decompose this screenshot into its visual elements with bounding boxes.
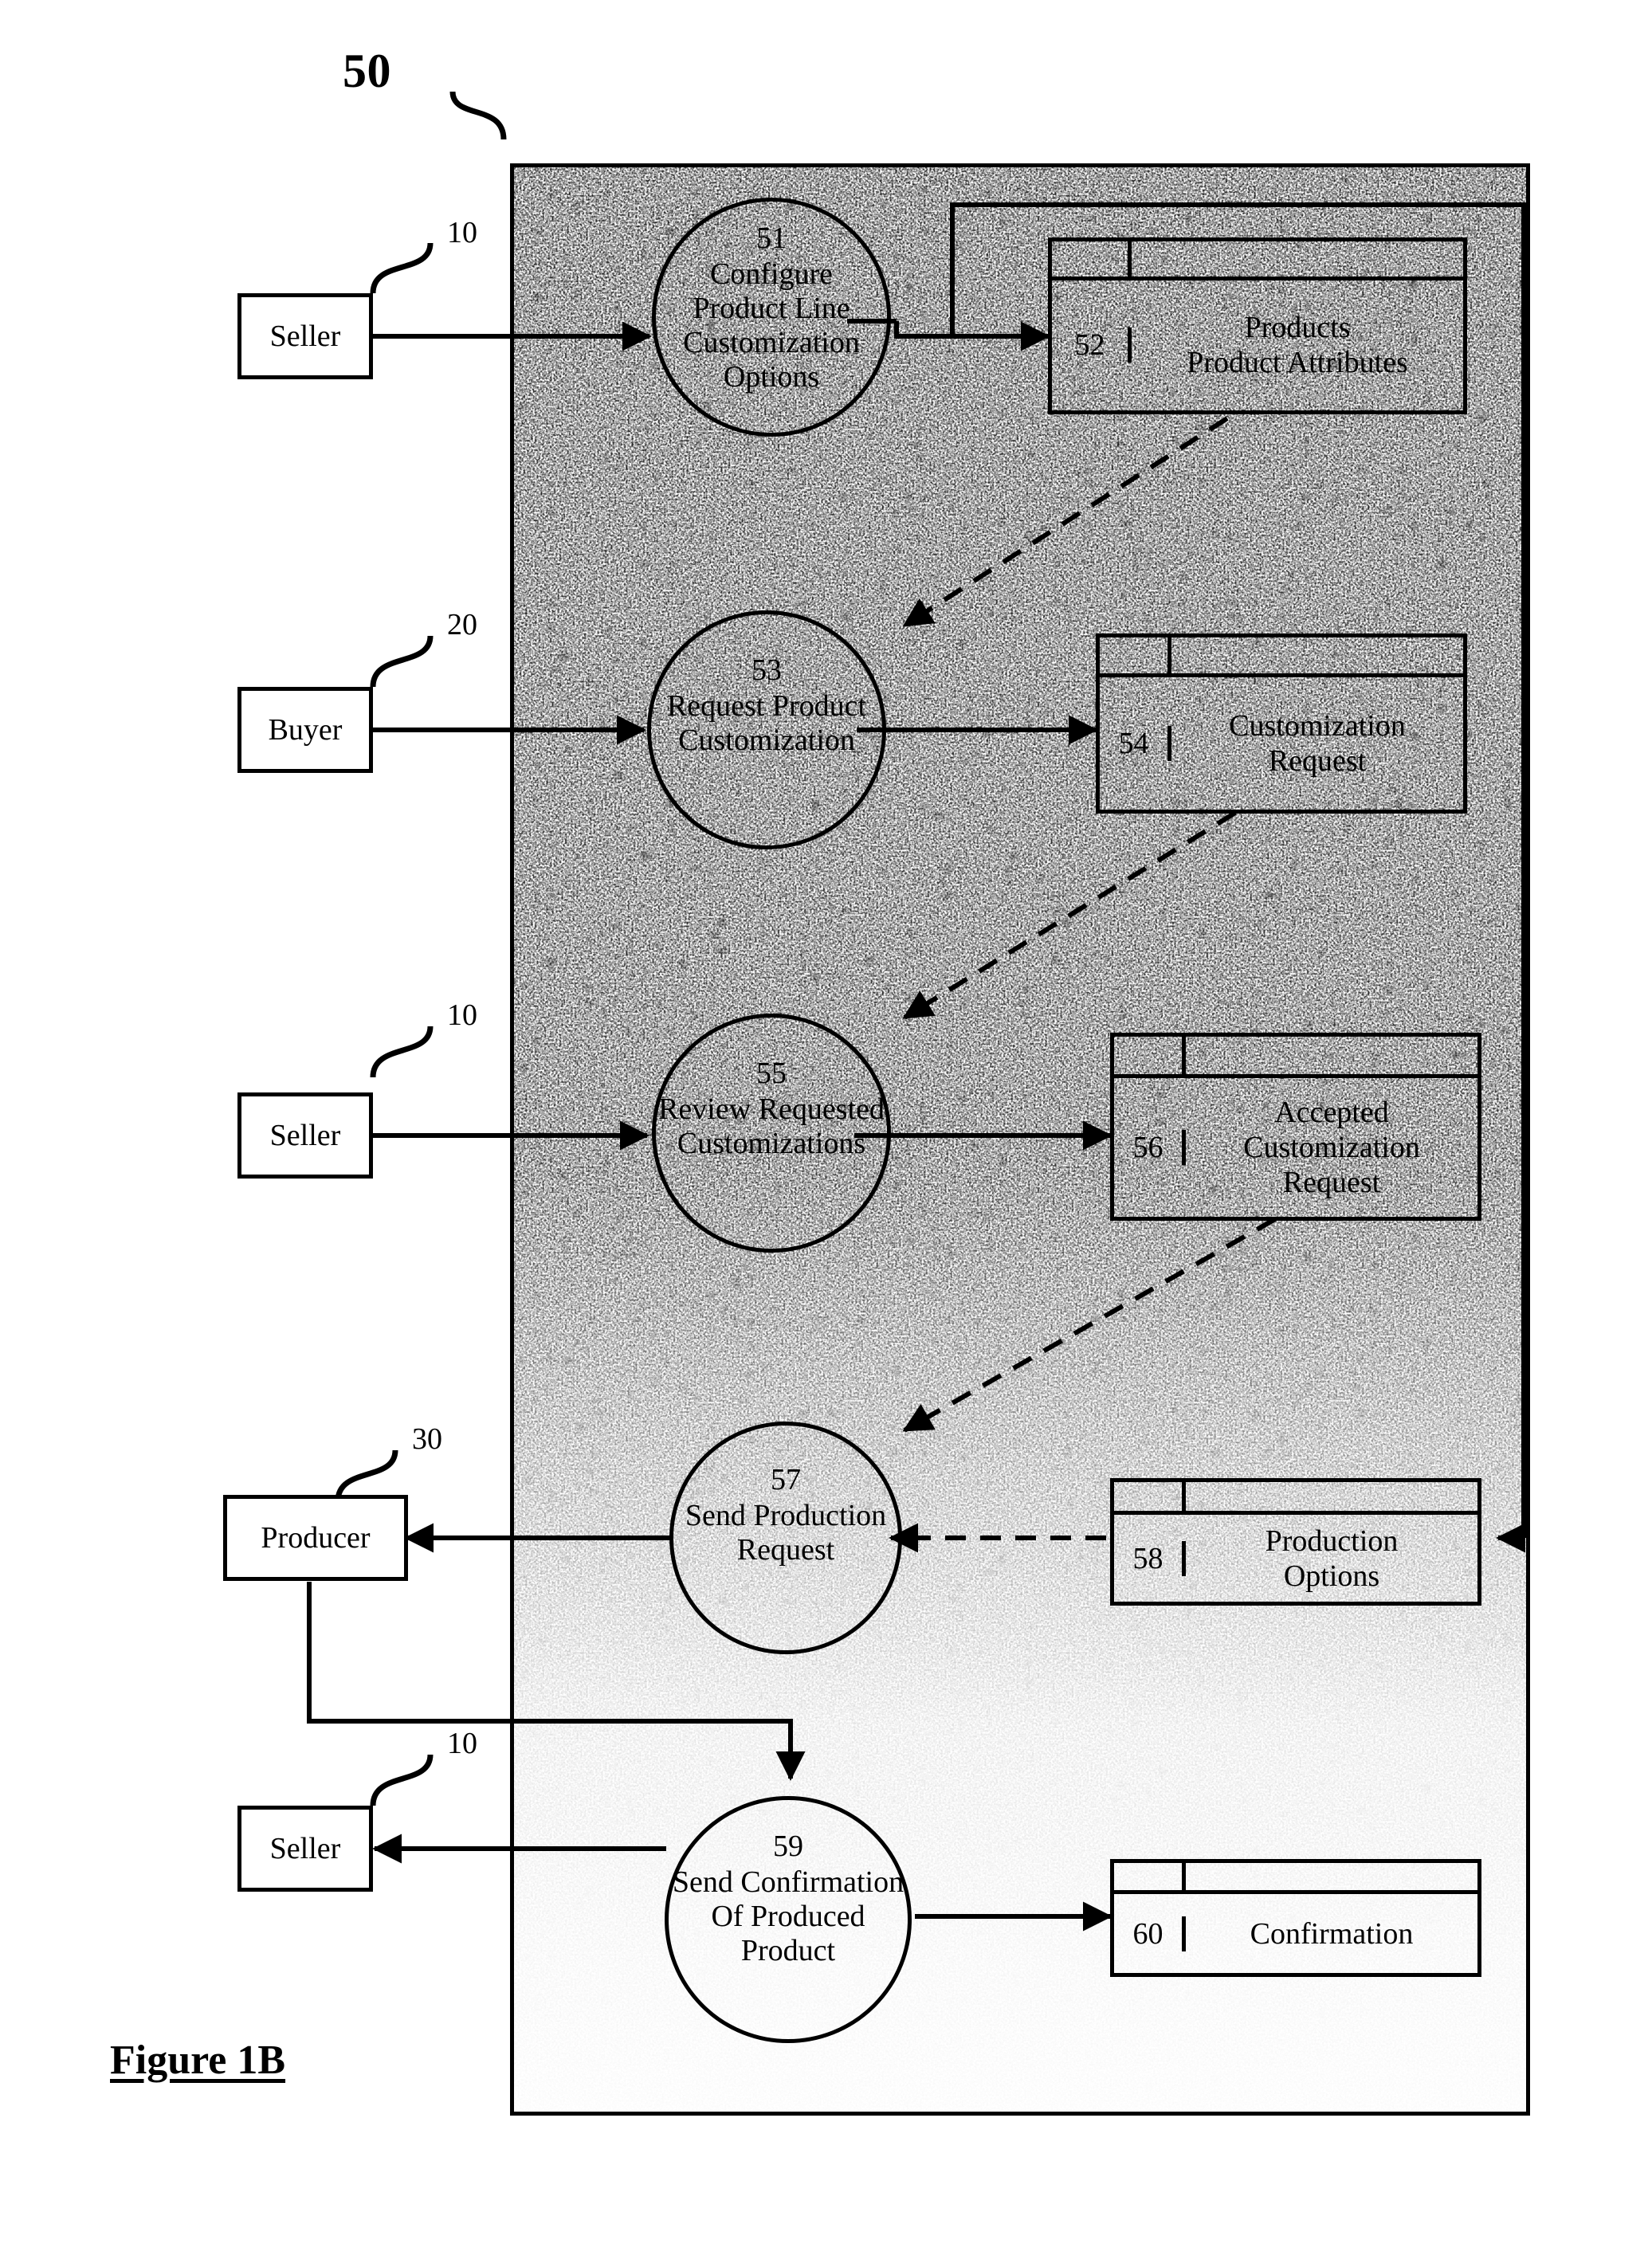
process-59-circle[interactable] [665,1796,912,2043]
data-store-52-header-left [1052,241,1132,277]
data-store-52-header-right [1132,241,1463,277]
ref-num-seller-2: 10 [447,998,477,1032]
ref-num-seller-3: 10 [447,1727,477,1760]
data-store-54[interactable]: 54 Customization Request [1096,633,1467,814]
data-store-56[interactable]: 56 Accepted Customization Request [1110,1033,1481,1221]
data-store-56-line-1: Accepted [1274,1095,1389,1129]
data-store-58[interactable]: 58 Production Options [1110,1478,1481,1606]
entity-seller-3[interactable]: Seller [237,1806,373,1892]
process-57-circle[interactable] [669,1422,902,1654]
data-store-54-label: Customization Request [1171,708,1463,779]
data-store-52-header [1052,241,1463,280]
figure-caption: Figure 1B [110,2038,286,2083]
entity-buyer-label: Buyer [268,713,343,747]
data-store-54-header [1100,637,1463,677]
data-store-58-header-left [1114,1482,1186,1512]
process-53-circle[interactable] [647,610,886,849]
process-55-circle[interactable] [652,1014,891,1253]
process-51-circle[interactable] [652,198,891,437]
entity-buyer[interactable]: Buyer [237,687,373,773]
data-store-58-header [1114,1482,1477,1516]
entity-producer-label: Producer [261,1521,371,1555]
data-store-54-id: 54 [1100,725,1171,761]
entity-producer[interactable]: Producer [223,1495,408,1581]
data-store-56-header-right [1186,1037,1477,1074]
data-store-58-label: Production Options [1186,1524,1477,1594]
data-store-52-label: Products Product Attributes [1132,310,1463,380]
figure-system-ref: 50 [343,45,391,97]
data-store-60-line-1: Confirmation [1250,1916,1414,1951]
entity-seller-2-label: Seller [269,1119,341,1152]
entity-seller-1[interactable]: Seller [237,293,373,379]
data-store-58-line-1: Production [1265,1524,1399,1558]
data-store-56-header-left [1114,1037,1186,1075]
data-store-60-header [1114,1863,1477,1895]
data-store-60[interactable]: 60 Confirmation [1110,1859,1481,1977]
data-store-60-label: Confirmation [1186,1916,1477,1951]
figure-page: 50 10 20 10 30 10 Seller Buyer Seller Pr… [0,0,1652,2267]
data-store-56-id: 56 [1114,1130,1186,1166]
data-store-52[interactable]: 52 Products Product Attributes [1048,237,1467,414]
data-store-56-label: Accepted Customization Request [1186,1095,1477,1200]
data-store-56-header [1114,1037,1477,1079]
ref-num-seller-1: 10 [447,216,477,249]
data-store-54-line-2: Request [1268,743,1367,778]
entity-seller-2[interactable]: Seller [237,1092,373,1179]
data-store-54-line-1: Customization [1229,708,1406,743]
ref-num-buyer: 20 [447,608,477,641]
ref-num-producer: 30 [412,1422,442,1456]
data-store-58-line-2: Options [1283,1559,1380,1593]
data-store-60-body: 60 Confirmation [1114,1894,1477,1973]
data-store-54-header-right [1171,637,1463,673]
entity-seller-1-label: Seller [269,320,341,353]
entity-seller-3-label: Seller [269,1832,341,1865]
data-store-58-body: 58 Production Options [1114,1515,1477,1602]
data-store-56-line-2: Customization [1243,1131,1420,1165]
data-store-56-line-3: Request [1282,1166,1381,1200]
data-store-56-body: 56 Accepted Customization Request [1114,1078,1477,1217]
data-store-60-header-right [1186,1863,1477,1890]
data-store-54-header-left [1100,637,1171,673]
data-store-58-id: 58 [1114,1540,1186,1576]
data-store-60-header-left [1114,1863,1186,1891]
data-store-52-id: 52 [1052,327,1132,363]
data-store-52-line-2: Product Attributes [1187,346,1408,380]
data-store-52-body: 52 Products Product Attributes [1052,280,1463,410]
data-store-54-body: 54 Customization Request [1100,677,1463,810]
data-store-60-id: 60 [1114,1916,1186,1951]
data-store-52-line-1: Products [1244,311,1351,345]
data-store-58-header-right [1186,1482,1477,1511]
